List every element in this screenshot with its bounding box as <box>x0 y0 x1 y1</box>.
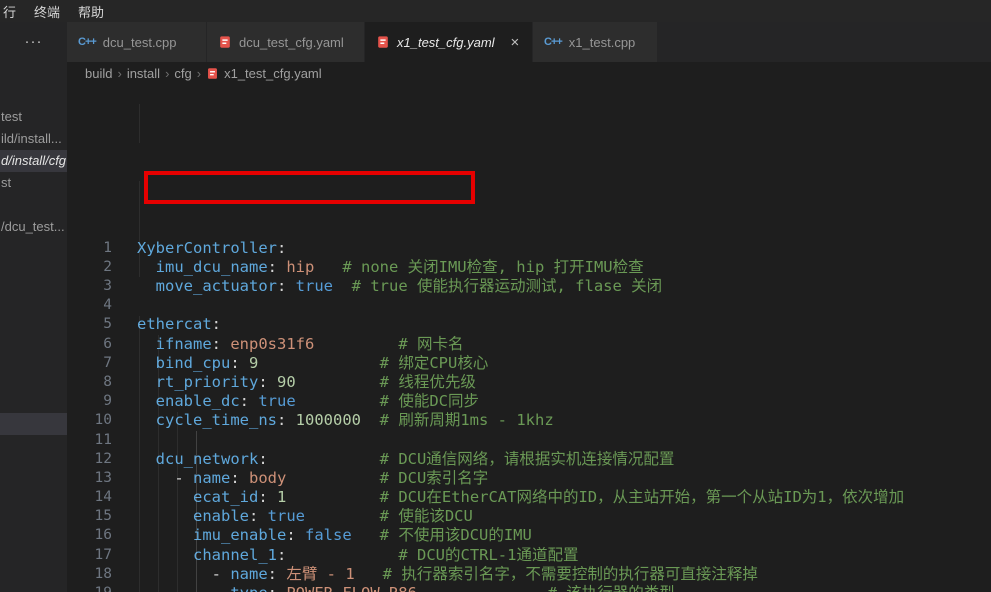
breadcrumb-file[interactable]: x1_test_cfg.yaml <box>224 66 322 81</box>
line-number: 4 <box>67 296 112 315</box>
code-line-text: move_actuator: true # true 使能执行器运动测试, fl… <box>137 277 662 296</box>
code-line-text: ethercat: <box>137 315 221 334</box>
code-line-text: bind_cpu: 9 # 绑定CPU核心 <box>137 354 488 373</box>
chevron-right-icon: › <box>197 66 201 81</box>
sidebar-item[interactable]: st <box>0 172 67 194</box>
code-line-text: cycle_time_ns: 1000000 # 刷新周期1ms - 1khz <box>137 411 554 430</box>
code-line-text: dcu_network: # DCU通信网络，请根据实机连接情况配置 <box>137 450 674 469</box>
tab-bar: C++ dcu_test.cpp dcu_test_cfg.yaml x1_te… <box>67 22 991 62</box>
line-number: 16 <box>67 526 112 545</box>
code-line-text: type: POWER_FLOW_R86 # 该执行器的类型 <box>137 584 675 592</box>
cpp-file-icon: C++ <box>544 36 562 48</box>
menu-bar: 行 终端 帮助 <box>0 0 991 22</box>
yaml-file-icon <box>218 35 232 49</box>
annotation-red-box <box>144 171 475 204</box>
line-number: 19 <box>67 584 112 592</box>
tab-label: dcu_test_cfg.yaml <box>239 35 344 50</box>
yaml-file-icon <box>206 67 219 80</box>
line-number: 8 <box>67 373 112 392</box>
cpp-file-icon: C++ <box>78 36 96 48</box>
line-number: 9 <box>67 392 112 411</box>
chevron-right-icon: › <box>165 66 169 81</box>
code-line-text: rt_priority: 90 # 线程优先级 <box>137 373 476 392</box>
tab-label: dcu_test.cpp <box>103 35 177 50</box>
code-line-text: - name: body # DCU索引名字 <box>137 469 488 488</box>
code-line-text: ecat_id: 1 # DCU在EtherCAT网络中的ID，从主站开始，第一… <box>137 488 904 507</box>
tab-x1_test-cpp[interactable]: C++ x1_test.cpp <box>533 22 658 62</box>
line-number: 10 <box>67 411 112 430</box>
code-line-text: channel_1: # DCU的CTRL-1通道配置 <box>137 546 578 565</box>
code-line-text: imu_dcu_name: hip # none 关闭IMU检查, hip 打开… <box>137 258 644 277</box>
breadcrumb-item[interactable]: cfg <box>174 66 191 81</box>
menu-item-run[interactable]: 行 <box>3 2 16 21</box>
sidebar: ··· test ild/install... d/install/cfg st… <box>0 22 67 592</box>
line-number: 7 <box>67 354 112 373</box>
line-number: 3 <box>67 277 112 296</box>
code-line[interactable]: 5 ethercat: <box>67 315 991 334</box>
breadcrumb: build › install › cfg › x1_test_cfg.yaml <box>67 62 991 84</box>
sidebar-item-selected[interactable]: d/install/cfg <box>0 150 67 172</box>
tab-x1_test_cfg-yaml-active[interactable]: x1_test_cfg.yaml × <box>365 22 533 62</box>
menu-item-terminal[interactable]: 终端 <box>34 2 60 21</box>
code-line[interactable]: 10 cycle_time_ns: 1000000 # 刷新周期1ms - 1k… <box>67 411 991 430</box>
tab-label: x1_test.cpp <box>569 35 636 50</box>
line-number: 5 <box>67 315 112 334</box>
sidebar-item[interactable]: test <box>0 106 67 128</box>
line-number: 12 <box>67 450 112 469</box>
tab-label: x1_test_cfg.yaml <box>397 35 495 50</box>
code-line[interactable]: 12 dcu_network: # DCU通信网络，请根据实机连接情况配置 <box>67 450 991 469</box>
tab-dcu_test-cpp[interactable]: C++ dcu_test.cpp <box>67 22 207 62</box>
sidebar-item[interactable]: ild/install... <box>0 128 67 150</box>
line-number: 2 <box>67 258 112 277</box>
code-line[interactable]: 8 rt_priority: 90 # 线程优先级 <box>67 373 991 392</box>
code-line-text: - name: 左臂 - 1 # 执行器索引名字，不需要控制的执行器可直接注释掉 <box>137 565 758 584</box>
code-line[interactable]: 16 imu_enable: false # 不使用该DCU的IMU <box>67 526 991 545</box>
code-line[interactable]: 19 type: POWER_FLOW_R86 # 该执行器的类型 <box>67 584 991 592</box>
close-icon[interactable]: × <box>511 35 520 50</box>
code-line-text: enable_dc: true # 使能DC同步 <box>137 392 479 411</box>
line-number: 1 <box>67 239 112 258</box>
code-line-text: ifname: enp0s31f6 # 网卡名 <box>137 335 464 354</box>
code-line[interactable]: 9 enable_dc: true # 使能DC同步 <box>67 392 991 411</box>
line-number: 6 <box>67 335 112 354</box>
code-line[interactable]: 3 move_actuator: true # true 使能执行器运动测试, … <box>67 277 991 296</box>
line-number: 14 <box>67 488 112 507</box>
indent-guide <box>139 316 140 592</box>
code-line[interactable]: 11 <box>67 431 991 450</box>
code-line-text: XyberController: <box>137 239 286 258</box>
code-line[interactable]: 18 - name: 左臂 - 1 # 执行器索引名字，不需要控制的执行器可直接… <box>67 565 991 584</box>
vscode-window: 行 终端 帮助 ··· test ild/install... d/instal… <box>0 0 991 592</box>
menu-item-help[interactable]: 帮助 <box>78 2 104 21</box>
code-editor[interactable]: 1XyberController:2 imu_dcu_name: hip # n… <box>67 84 991 592</box>
line-number: 11 <box>67 431 112 450</box>
code-line[interactable]: 6 ifname: enp0s31f6 # 网卡名 <box>67 335 991 354</box>
indent-guide <box>177 412 178 592</box>
line-number: 17 <box>67 546 112 565</box>
code-line[interactable]: 15 enable: true # 使能该DCU <box>67 507 991 526</box>
sidebar-item[interactable]: /dcu_test... <box>0 216 67 238</box>
code-line-text: enable: true # 使能该DCU <box>137 507 473 526</box>
indent-guide <box>139 104 140 143</box>
indent-guide <box>158 335 159 592</box>
line-number: 15 <box>67 507 112 526</box>
tab-dcu_test_cfg-yaml[interactable]: dcu_test_cfg.yaml <box>207 22 365 62</box>
breadcrumb-item[interactable]: install <box>127 66 160 81</box>
code-line[interactable]: 7 bind_cpu: 9 # 绑定CPU核心 <box>67 354 991 373</box>
code-line[interactable]: 1 XyberController: <box>67 239 991 258</box>
more-actions-icon[interactable]: ··· <box>0 30 67 54</box>
indent-guide-active <box>196 431 197 592</box>
code-area[interactable]: 1XyberController:2 imu_dcu_name: hip # n… <box>67 238 991 592</box>
code-line[interactable]: 2 imu_dcu_name: hip # none 关闭IMU检查, hip … <box>67 258 991 277</box>
chevron-right-icon: › <box>117 66 121 81</box>
yaml-file-icon <box>376 35 390 49</box>
code-line[interactable]: 14 ecat_id: 1 # DCU在EtherCAT网络中的ID，从主站开始… <box>67 488 991 507</box>
indent-guide <box>139 181 140 277</box>
code-line[interactable]: 4 <box>67 296 991 315</box>
breadcrumb-item[interactable]: build <box>85 66 112 81</box>
code-line[interactable]: 17 channel_1: # DCU的CTRL-1通道配置 <box>67 546 991 565</box>
line-number: 18 <box>67 565 112 584</box>
sidebar-selected-row[interactable] <box>0 413 67 435</box>
code-line[interactable]: 13 - name: body # DCU索引名字 <box>67 469 991 488</box>
line-number: 13 <box>67 469 112 488</box>
